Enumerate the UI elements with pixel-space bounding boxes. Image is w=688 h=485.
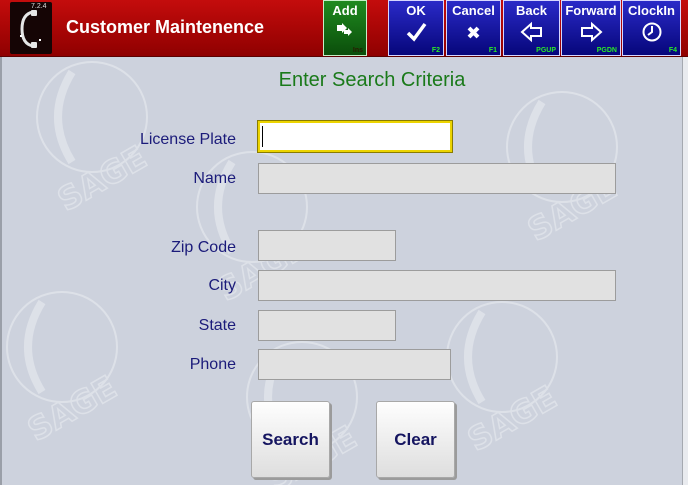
clock-icon (642, 22, 661, 42)
cancel-button[interactable]: Cancel F1 (446, 0, 501, 56)
state-input[interactable] (259, 311, 395, 340)
phone-input[interactable] (259, 350, 450, 379)
search-button[interactable]: Search (251, 401, 330, 478)
name-label: Name (193, 170, 236, 187)
ok-button-label: OK (406, 3, 426, 18)
title-bar: 7.2.4 Customer Maintenence Add Ins OK F2… (0, 0, 688, 57)
app-logo: 7.2.4 (10, 2, 52, 54)
add-button[interactable]: Add Ins (323, 0, 367, 56)
vertical-scrollbar[interactable] (682, 57, 688, 485)
back-button-label: Back (515, 3, 548, 18)
name-field[interactable] (258, 163, 616, 194)
zip-code-input[interactable] (259, 231, 395, 260)
forward-shortcut: PGDN (596, 47, 617, 54)
back-button[interactable]: Back PGUP (503, 0, 560, 56)
city-field[interactable] (258, 270, 616, 301)
clockin-button-label: ClockIn (628, 3, 675, 18)
city-label: City (208, 277, 236, 294)
city-input[interactable] (259, 271, 615, 300)
license-plate-field[interactable] (257, 120, 453, 153)
arrow-right-icon (581, 21, 603, 43)
cancel-button-label: Cancel (452, 3, 495, 18)
search-form-panel: SAGE Enter Search Criteria License Plate… (0, 57, 682, 485)
x-icon (467, 26, 479, 39)
form-heading: Enter Search Criteria (278, 69, 466, 91)
ok-button[interactable]: OK F2 (388, 0, 444, 56)
license-plate-input[interactable] (260, 123, 450, 150)
phone-field[interactable] (258, 349, 451, 380)
clockin-shortcut: F4 (668, 47, 677, 54)
text-caret (262, 126, 263, 147)
zip-code-field[interactable] (258, 230, 396, 261)
phone-label: Phone (189, 356, 236, 373)
name-input[interactable] (259, 164, 615, 193)
forward-button[interactable]: Forward PGDN (561, 0, 621, 56)
clockin-button[interactable]: ClockIn F4 (622, 0, 681, 56)
phone-handset-icon (20, 10, 41, 48)
state-field[interactable] (258, 310, 396, 341)
add-record-icon (337, 23, 352, 36)
cancel-shortcut: F1 (488, 47, 497, 54)
ok-shortcut: F2 (431, 47, 440, 54)
add-shortcut: Ins (352, 47, 363, 54)
clear-button[interactable]: Clear (376, 401, 455, 478)
zip-code-label: Zip Code (171, 239, 236, 256)
app-title: Customer Maintenence (66, 17, 265, 37)
license-plate-label: License Plate (139, 131, 236, 148)
app-window: 7.2.4 Customer Maintenence Add Ins OK F2… (0, 0, 688, 485)
add-button-label: Add (332, 3, 358, 18)
arrow-left-icon (519, 21, 542, 43)
checkmark-icon (406, 22, 427, 42)
forward-button-label: Forward (565, 3, 617, 18)
state-label: State (198, 317, 236, 334)
back-shortcut: PGUP (536, 47, 556, 54)
